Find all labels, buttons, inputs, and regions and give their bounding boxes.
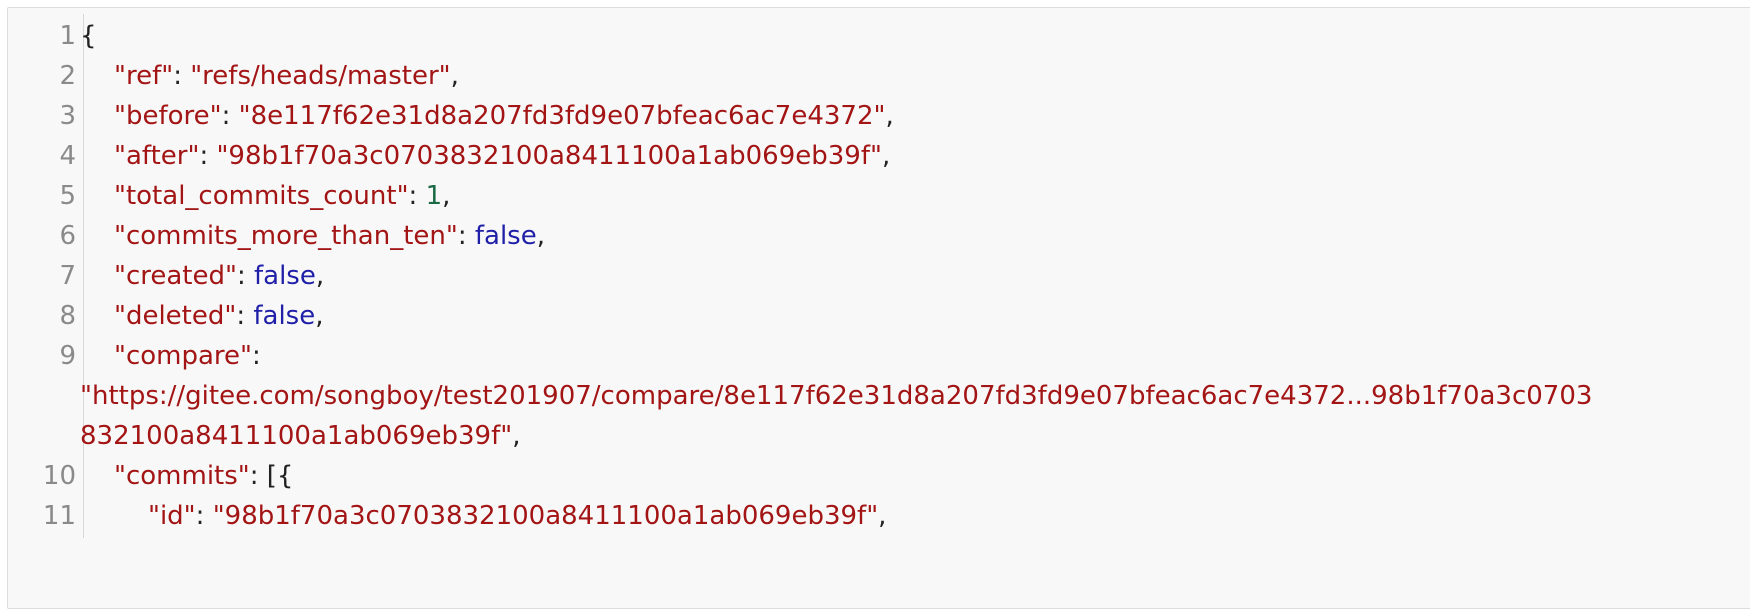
json-string-value: "98b1f70a3c0703832100a8411100a1ab069eb39…	[216, 141, 882, 171]
json-key: "compare"	[114, 341, 252, 371]
code-line: 3 "before": "8e117f62e31d8a207fd3fd9e07b…	[8, 94, 1750, 138]
gutter-divider	[83, 294, 84, 338]
code-line: 11 "id": "98b1f70a3c0703832100a8411100a1…	[8, 494, 1750, 538]
line-number: 2	[59, 61, 76, 91]
code-text: "https://gitee.com/songboy/test201907/co…	[80, 374, 1592, 418]
json-key: "total_commits_count"	[114, 181, 409, 211]
line-number: 4	[59, 141, 76, 171]
gutter-divider	[83, 94, 84, 138]
json-comma: ,	[315, 261, 325, 291]
code-text: "deleted": false,	[114, 294, 324, 338]
code-line: 9 "compare":	[8, 334, 1750, 378]
json-string-value: "refs/heads/master"	[190, 61, 451, 91]
json-comma: ,	[885, 101, 894, 131]
code-line-wrap: 832100a8411100a1ab069eb39f",	[8, 414, 1750, 458]
json-colon: :	[221, 101, 239, 131]
gutter-divider	[83, 134, 84, 178]
json-comma: ,	[881, 141, 891, 171]
json-key: "commits"	[114, 461, 250, 491]
gutter-divider	[83, 334, 84, 378]
line-number: 10	[42, 461, 76, 491]
json-boolean-value: false	[474, 221, 537, 251]
code-text: "created": false,	[114, 254, 324, 298]
json-comma: ,	[315, 301, 324, 331]
gutter-divider	[83, 254, 84, 298]
json-comma: ,	[536, 221, 545, 251]
json-key: "id"	[148, 501, 196, 531]
line-number: 11	[42, 501, 76, 531]
code-text: "ref": "refs/heads/master",	[114, 54, 459, 98]
code-line-wrap: "https://gitee.com/songboy/test201907/co…	[8, 374, 1750, 418]
line-number: 8	[59, 301, 76, 331]
code-line: 2 "ref": "refs/heads/master",	[8, 54, 1750, 98]
json-boolean-value: false	[254, 261, 316, 291]
code-line: 7 "created": false,	[8, 254, 1750, 298]
json-colon: :	[408, 181, 426, 211]
code-text: "id": "98b1f70a3c0703832100a8411100a1ab0…	[148, 494, 886, 538]
line-number: 7	[59, 261, 76, 291]
json-colon: :	[173, 61, 191, 91]
line-number: 9	[59, 341, 76, 371]
json-colon: :	[199, 141, 217, 171]
json-boolean-value: false	[253, 301, 316, 331]
code-text: "commits_more_than_ten": false,	[114, 214, 545, 258]
code-block: 1 { 2 "ref": "refs/heads/master", 3 "bef…	[7, 7, 1750, 609]
code-text: "after": "98b1f70a3c0703832100a8411100a1…	[114, 134, 890, 178]
line-number: 3	[59, 101, 76, 131]
json-number-value: 1	[425, 181, 443, 211]
json-bracket: [{	[266, 461, 294, 491]
json-string-value: "https://gitee.com/songboy/test201907/co…	[80, 381, 1593, 411]
code-line: 6 "commits_more_than_ten": false,	[8, 214, 1750, 258]
code-line: 8 "deleted": false,	[8, 294, 1750, 338]
code-text: "commits": [{	[114, 454, 293, 498]
line-number: 6	[59, 221, 76, 251]
json-comma: ,	[512, 421, 521, 451]
gutter-divider	[83, 454, 84, 498]
json-comma: ,	[878, 501, 887, 531]
code-line: 1 {	[8, 14, 1750, 58]
json-colon: :	[236, 261, 254, 291]
json-comma: ,	[442, 181, 451, 211]
gutter-divider	[83, 174, 84, 218]
json-key: "after"	[114, 141, 200, 171]
json-colon: :	[252, 341, 261, 371]
gutter-divider	[83, 214, 84, 258]
code-text: {	[80, 21, 97, 51]
json-colon: :	[236, 301, 254, 331]
gutter-divider	[83, 494, 84, 538]
code-text: "compare":	[114, 334, 261, 378]
code-line: 5 "total_commits_count": 1,	[8, 174, 1750, 218]
json-colon: :	[249, 461, 267, 491]
json-key: "deleted"	[114, 301, 237, 331]
json-key: "before"	[114, 101, 222, 131]
code-line: 10 "commits": [{	[8, 454, 1750, 498]
json-string-value: "98b1f70a3c0703832100a8411100a1ab069eb39…	[212, 501, 879, 531]
gutter-divider	[83, 54, 84, 98]
json-key: "commits_more_than_ten"	[114, 221, 458, 251]
json-string-value: "8e117f62e31d8a207fd3fd9e07bfeac6ac7e437…	[238, 101, 886, 131]
json-colon: :	[457, 221, 475, 251]
code-text: "before": "8e117f62e31d8a207fd3fd9e07bfe…	[114, 94, 894, 138]
json-string-value: 832100a8411100a1ab069eb39f"	[80, 421, 513, 451]
code-line: 4 "after": "98b1f70a3c0703832100a8411100…	[8, 134, 1750, 178]
json-comma: ,	[450, 61, 459, 91]
line-number: 1	[59, 21, 76, 51]
json-key: "ref"	[114, 61, 174, 91]
json-key: "created"	[114, 261, 237, 291]
line-number: 5	[59, 181, 76, 211]
code-text: "total_commits_count": 1,	[114, 174, 450, 218]
code-text: 832100a8411100a1ab069eb39f",	[80, 414, 520, 458]
json-colon: :	[195, 501, 213, 531]
